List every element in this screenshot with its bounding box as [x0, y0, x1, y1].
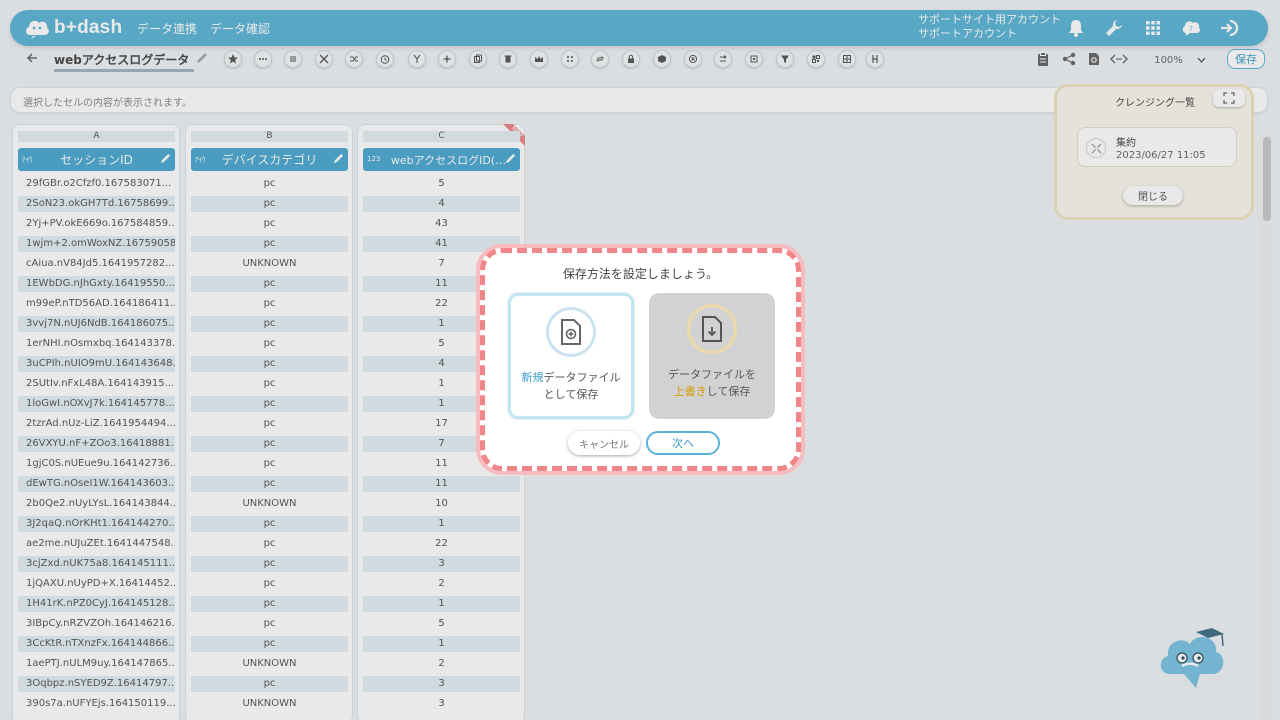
new-highlight: 新規: [521, 371, 544, 384]
new-label-line2: として保存: [543, 388, 599, 401]
cancel-button[interactable]: キャンセル: [568, 431, 640, 455]
overwrite-label: データファイルを 上書きして保存: [668, 366, 756, 400]
next-button[interactable]: 次へ: [646, 431, 720, 455]
overwrite-option[interactable]: データファイルを 上書きして保存: [649, 293, 775, 419]
save-as-new-label: 新規データファイル として保存: [522, 369, 621, 403]
new-file-icon: [546, 307, 596, 357]
new-label-rest: データファイル: [543, 371, 621, 384]
save-as-new-option[interactable]: 新規データファイル として保存: [508, 293, 634, 419]
overwrite-label-line1: データファイルを: [668, 368, 756, 381]
dialog-title: 保存方法を設定しましょう。: [562, 267, 719, 281]
overwrite-label-rest: して保存: [706, 385, 751, 398]
overwrite-highlight: 上書き: [673, 385, 707, 398]
overwrite-file-icon: [687, 304, 737, 354]
save-method-dialog: 保存方法を設定しましょう。 新規データファイル として保存 データファイルを 上…: [480, 248, 801, 471]
